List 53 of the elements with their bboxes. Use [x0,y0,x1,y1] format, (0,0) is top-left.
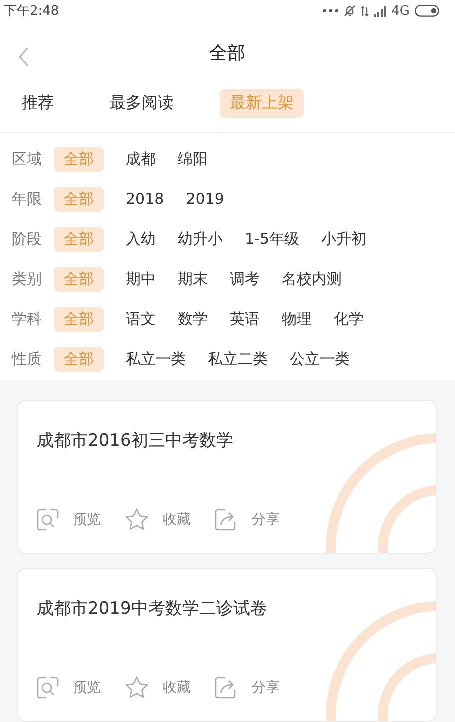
share-button[interactable]: 分享 [215,676,280,699]
filter-label: 阶段 [12,230,42,248]
filter-label: 性质 [12,350,42,368]
filter-option[interactable]: 物理 [282,306,312,332]
dots-icon [322,9,339,14]
star-icon [125,676,149,699]
muted-bell-icon [344,5,356,18]
tab[interactable]: 最多阅读 [100,89,184,118]
filter-option[interactable]: 期末 [178,266,208,292]
filter-option[interactable]: 小升初 [322,226,366,252]
preview-button[interactable]: 预览 [37,676,101,699]
network-label: 4G [392,4,410,19]
filter-label: 类别 [12,270,42,288]
filter-label: 年限 [12,190,42,208]
filter-label: 学科 [12,310,42,328]
filter-option[interactable]: 成都 [126,146,156,172]
favorite-button[interactable]: 收藏 [125,508,191,531]
filter-option[interactable]: 期中 [126,266,156,292]
favorite-button[interactable]: 收藏 [125,676,191,699]
search-icon [37,676,59,698]
star-icon [125,508,149,531]
data-arrows-icon [360,6,369,17]
filter-option[interactable]: 幼升小 [178,226,223,252]
clock-time: 下午2:48 [4,3,60,20]
document-card[interactable]: 成都市2016初三中考数学 预览 收藏 分享 [17,400,437,554]
document-title: 成都市2016初三中考数学 [37,430,234,452]
document-card[interactable]: 成都市2019中考数学二诊试卷 预览 收藏 分享 [17,568,437,722]
filter-option[interactable]: 名校内测 [282,266,342,292]
filter-option[interactable]: 英语 [230,306,260,332]
filter-option[interactable]: 私立二类 [208,346,268,372]
filter-option[interactable]: 2018 [126,187,164,211]
page-title: 全部 [210,42,246,65]
share-button[interactable]: 分享 [215,508,280,531]
back-icon[interactable] [18,47,30,68]
filter-option[interactable]: 入幼 [126,226,156,252]
share-icon [215,676,238,698]
filter-option[interactable]: 调考 [230,266,260,292]
filter-option[interactable]: 语文 [126,306,156,332]
preview-button[interactable]: 预览 [37,508,101,531]
battery-icon [415,5,441,18]
filter-option[interactable]: 1-5年级 [245,226,300,252]
search-icon [37,508,59,530]
document-title: 成都市2019中考数学二诊试卷 [37,598,268,620]
filter-label: 区域 [12,150,42,168]
signal-icon [374,6,387,17]
filter-option[interactable]: 公立一类 [290,346,350,372]
filter-option[interactable]: 私立一类 [126,346,186,372]
share-icon [215,508,238,530]
filter-option[interactable]: 2019 [186,187,224,211]
filter-option[interactable]: 数学 [178,306,208,332]
tab[interactable]: 推荐 [12,89,64,118]
filter-option[interactable]: 绵阳 [178,146,208,172]
filter-option[interactable]: 化学 [334,306,364,332]
